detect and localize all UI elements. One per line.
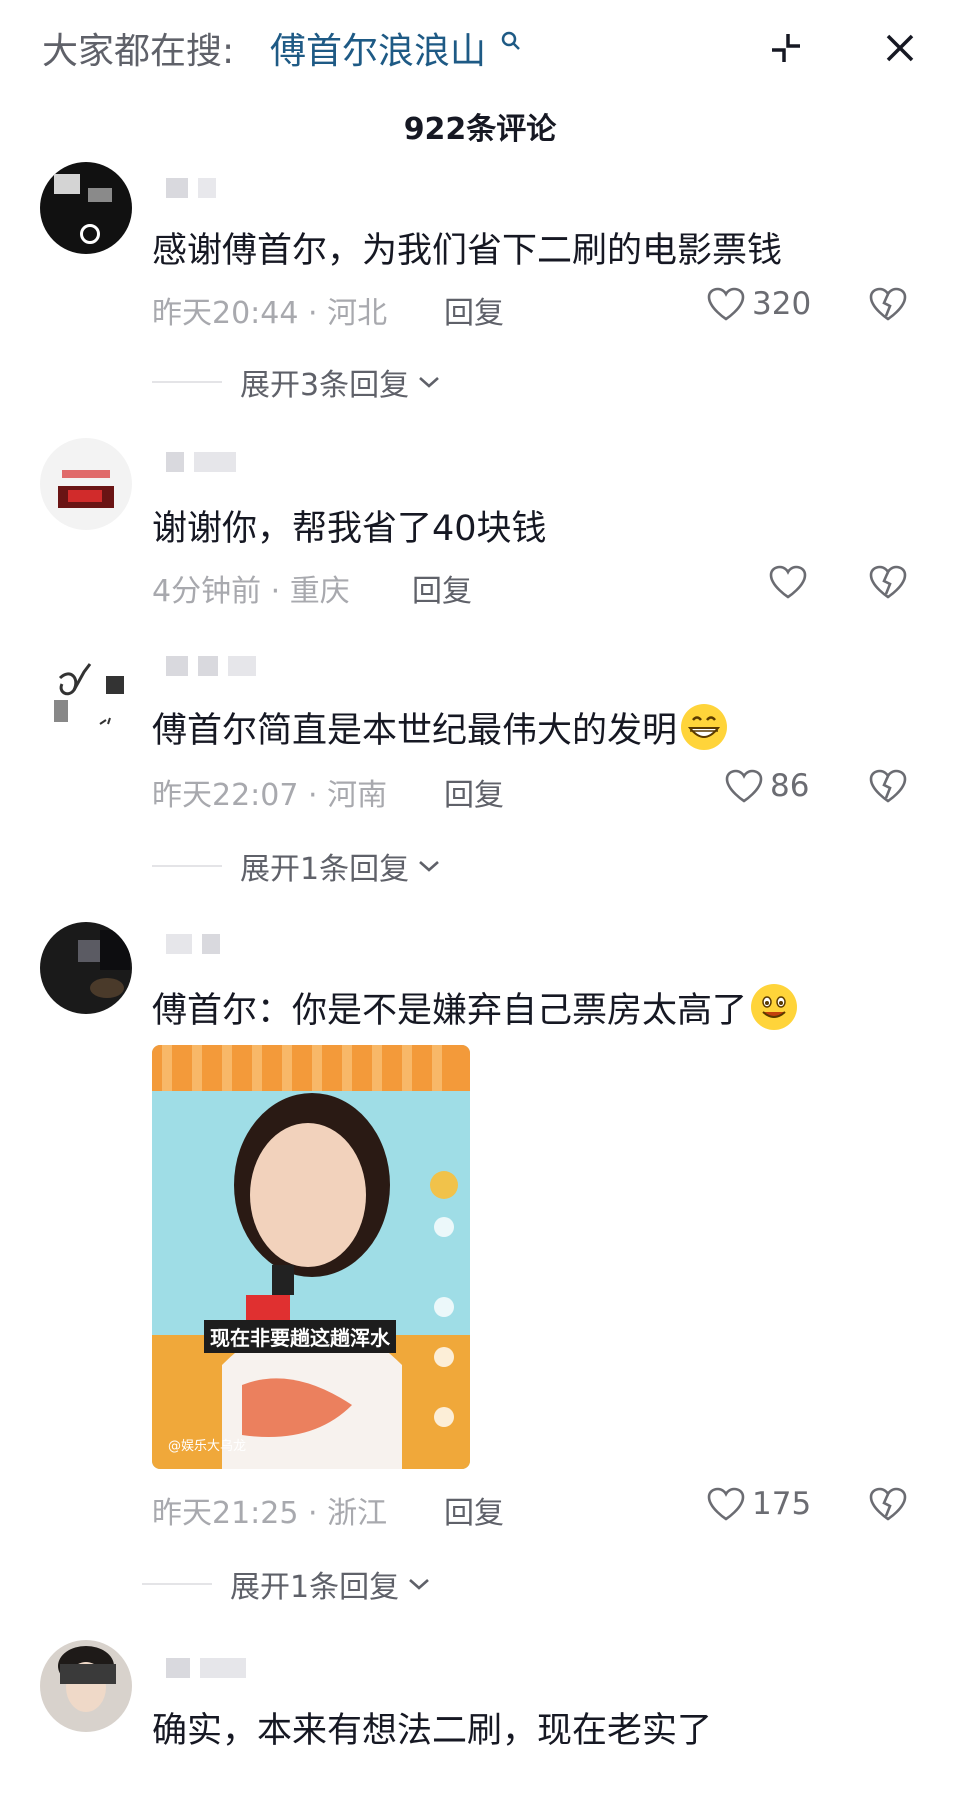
meta-separator: · xyxy=(308,1496,328,1531)
heart-icon xyxy=(707,1487,745,1521)
expand-replies-label: 展开3条回复 xyxy=(240,368,410,403)
like-button[interactable]: 86 xyxy=(724,768,809,804)
username-redacted xyxy=(166,452,236,474)
meta-separator: · xyxy=(308,778,328,813)
collapse-icon[interactable] xyxy=(768,30,804,66)
broken-heart-icon[interactable] xyxy=(868,564,908,600)
comment-text-body: 傅首尔：你是不是嫌弃自己票房太高了 xyxy=(152,991,748,1031)
comment-text: 感谢傅首尔，为我们省下二刷的电影票钱 xyxy=(152,231,783,271)
username-redacted xyxy=(166,934,220,956)
comment-count-title: 922条评论 xyxy=(403,112,557,147)
comment-meta: 昨天20:44 · 河北 xyxy=(152,288,387,332)
divider xyxy=(152,381,222,383)
like-button[interactable]: 175 xyxy=(706,1486,811,1522)
expand-replies-button[interactable]: 展开3条回复 xyxy=(152,360,443,404)
comment-text: 傅首尔简直是本世纪最伟大的发明 xyxy=(152,702,728,753)
comment-panel: 大家都在搜: 傅首尔浪浪山 922条评论 感谢傅首尔，为我们省下二刷的电影票钱 … xyxy=(0,0,960,1794)
like-count: 86 xyxy=(770,768,810,804)
username-redacted xyxy=(166,656,256,678)
divider xyxy=(142,1583,212,1585)
meta-separator: · xyxy=(270,574,290,609)
like-count: 175 xyxy=(752,1486,812,1522)
username-redacted xyxy=(166,1658,246,1680)
comment-meta: 昨天21:25 · 浙江 xyxy=(152,1488,387,1532)
comment-meta: 4分钟前 · 重庆 xyxy=(152,566,350,610)
broken-heart-icon[interactable] xyxy=(868,1486,908,1522)
broken-heart-icon[interactable] xyxy=(868,768,908,804)
video-author: @娱乐大乌龙 xyxy=(168,1439,247,1454)
comment-meta: 昨天22:07 · 河南 xyxy=(152,770,387,814)
comment-time: 昨天21:25 xyxy=(152,1496,299,1531)
comment-time: 昨天20:44 xyxy=(152,296,299,331)
broken-heart-icon[interactable] xyxy=(868,286,908,322)
expand-replies-label: 展开1条回复 xyxy=(240,852,410,887)
trending-search-term[interactable]: 傅首尔浪浪山 xyxy=(270,22,486,74)
comment-text: 谢谢你，帮我省了40块钱 xyxy=(152,509,547,549)
reply-button[interactable]: 回复 xyxy=(444,288,504,332)
chevron-down-icon xyxy=(409,1579,429,1590)
avatar[interactable] xyxy=(40,1640,132,1732)
video-frame-image xyxy=(152,1045,470,1469)
trending-search-bar[interactable]: 大家都在搜: 傅首尔浪浪山 xyxy=(0,0,960,96)
comment-time: 4分钟前 xyxy=(152,574,262,609)
sketch-figure-image xyxy=(54,663,124,725)
expand-replies-button[interactable]: 展开1条回复 xyxy=(142,1562,433,1606)
like-count: 320 xyxy=(752,286,812,322)
expand-replies-button[interactable]: 展开1条回复 xyxy=(152,844,443,888)
comment-text: 傅首尔：你是不是嫌弃自己票房太高了 xyxy=(152,982,798,1033)
chevron-down-icon xyxy=(419,377,439,388)
reply-button[interactable]: 回复 xyxy=(444,1488,504,1532)
comment-location: 河南 xyxy=(327,778,388,813)
avatar[interactable] xyxy=(40,162,132,254)
search-icon xyxy=(501,31,520,50)
reply-button[interactable]: 回复 xyxy=(444,770,504,814)
video-caption: 现在非要趟这趟浑水 xyxy=(204,1320,396,1353)
comment-text: 确实，本来有想法二刷，现在老实了 xyxy=(152,1711,713,1751)
username-redacted xyxy=(166,178,216,200)
grinning-emoji-icon xyxy=(681,704,728,750)
avatar[interactable] xyxy=(40,922,132,1014)
meta-separator: · xyxy=(308,296,328,331)
expand-replies-label: 展开1条回复 xyxy=(230,1570,400,1605)
heart-icon[interactable] xyxy=(768,564,808,600)
chevron-down-icon xyxy=(419,861,439,872)
smiling-emoji-icon xyxy=(751,984,798,1030)
reply-button[interactable]: 回复 xyxy=(412,566,472,610)
video-thumbnail[interactable]: 现在非要趟这趟浑水 @娱乐大乌龙 xyxy=(152,1045,470,1469)
comment-text-body: 傅首尔简直是本世纪最伟大的发明 xyxy=(152,711,678,751)
avatar[interactable] xyxy=(40,648,132,740)
avatar[interactable] xyxy=(40,438,132,530)
comment-location: 河北 xyxy=(327,296,388,331)
divider xyxy=(152,865,222,867)
heart-icon xyxy=(725,769,763,803)
comment-location: 浙江 xyxy=(327,1496,388,1531)
comment-location: 重庆 xyxy=(289,574,350,609)
comment-meta-cutoff xyxy=(152,1772,960,1794)
trending-search-label: 大家都在搜: xyxy=(42,31,235,72)
close-icon[interactable] xyxy=(884,32,916,64)
like-button[interactable]: 320 xyxy=(706,286,811,322)
comment-time: 昨天22:07 xyxy=(152,778,299,813)
heart-icon xyxy=(707,287,745,321)
